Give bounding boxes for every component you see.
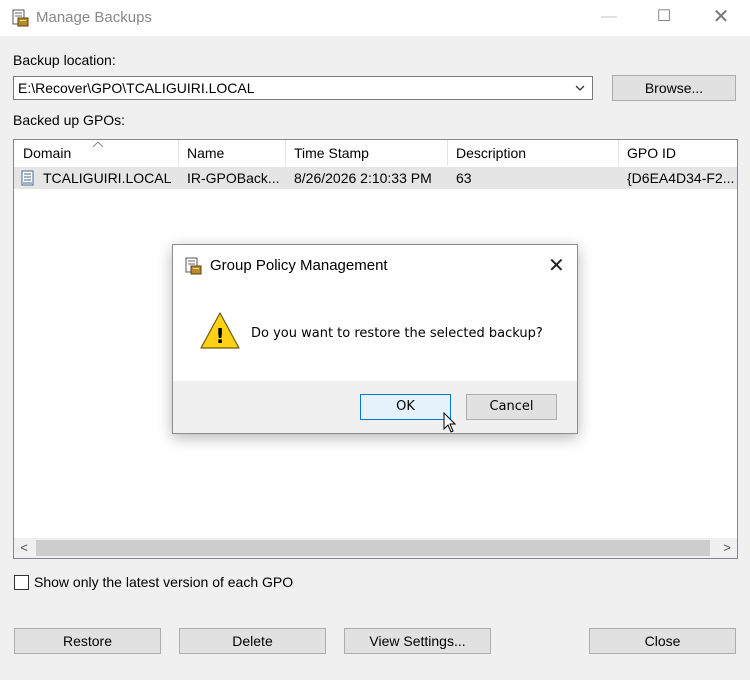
window-title: Manage Backups bbox=[36, 9, 152, 26]
cell-domain: TCALIGUIRI.LOCAL bbox=[43, 170, 172, 186]
column-header-gpo-id[interactable]: GPO ID bbox=[618, 140, 737, 166]
warning-icon: ! bbox=[200, 312, 240, 349]
column-header-timestamp[interactable]: Time Stamp bbox=[285, 140, 448, 166]
column-header-description[interactable]: Description bbox=[447, 140, 619, 166]
window-close-button[interactable]: ✕ bbox=[698, 0, 744, 36]
dialog-message: Do you want to restore the selected back… bbox=[251, 326, 543, 341]
gpo-app-icon bbox=[12, 9, 29, 27]
scroll-left-button[interactable]: < bbox=[14, 538, 34, 558]
dialog-footer: OK Cancel bbox=[173, 381, 577, 433]
horizontal-scrollbar[interactable]: < > bbox=[14, 538, 737, 558]
cell-gpo-id: {D6EA4D34-F2... bbox=[627, 170, 735, 186]
scroll-right-button[interactable]: > bbox=[717, 538, 737, 558]
delete-button[interactable]: Delete bbox=[179, 628, 326, 654]
cancel-button[interactable]: Cancel bbox=[466, 394, 557, 420]
warning-mark: ! bbox=[215, 324, 224, 348]
mouse-cursor-icon bbox=[443, 412, 457, 433]
backup-location-combobox[interactable]: E:\Recover\GPO\TCALIGUIRI.LOCAL bbox=[13, 76, 593, 100]
column-header-name[interactable]: Name bbox=[178, 140, 286, 166]
scroll-thumb[interactable] bbox=[36, 540, 710, 556]
browse-button[interactable]: Browse... bbox=[612, 75, 736, 101]
sort-up-icon bbox=[92, 141, 104, 148]
view-settings-button[interactable]: View Settings... bbox=[344, 628, 491, 654]
backup-document-icon bbox=[21, 170, 34, 186]
cell-name: IR-GPOBack... bbox=[187, 170, 280, 186]
minimize-button[interactable]: — bbox=[586, 0, 632, 36]
cell-description: 63 bbox=[456, 170, 472, 186]
close-button[interactable]: Close bbox=[589, 628, 736, 654]
backup-location-label: Backup location: bbox=[13, 52, 116, 68]
column-header-domain[interactable]: Domain bbox=[14, 140, 179, 166]
dialog-title: Group Policy Management bbox=[210, 257, 388, 274]
maximize-button[interactable]: ☐ bbox=[641, 0, 687, 36]
table-row[interactable]: TCALIGUIRI.LOCAL IR-GPOBack... 8/26/2026… bbox=[14, 167, 737, 189]
dialog-close-button[interactable]: ✕ bbox=[548, 253, 565, 278]
show-latest-checkbox[interactable] bbox=[14, 575, 29, 590]
ok-button[interactable]: OK bbox=[360, 394, 451, 420]
title-bar: Manage Backups — ☐ ✕ bbox=[0, 0, 750, 36]
backed-up-gpos-label: Backed up GPOs: bbox=[13, 112, 126, 128]
backup-location-value: E:\Recover\GPO\TCALIGUIRI.LOCAL bbox=[18, 80, 255, 96]
cell-timestamp: 8/26/2026 2:10:33 PM bbox=[294, 170, 432, 186]
restore-button[interactable]: Restore bbox=[14, 628, 161, 654]
confirm-restore-dialog: Group Policy Management ✕ ! Do you want … bbox=[172, 244, 578, 434]
list-header: Domain Name Time Stamp Description GPO I… bbox=[14, 140, 737, 166]
show-latest-label: Show only the latest version of each GPO bbox=[34, 574, 294, 590]
dropdown-chevron-icon[interactable] bbox=[573, 81, 587, 95]
gpo-app-icon bbox=[185, 257, 202, 275]
